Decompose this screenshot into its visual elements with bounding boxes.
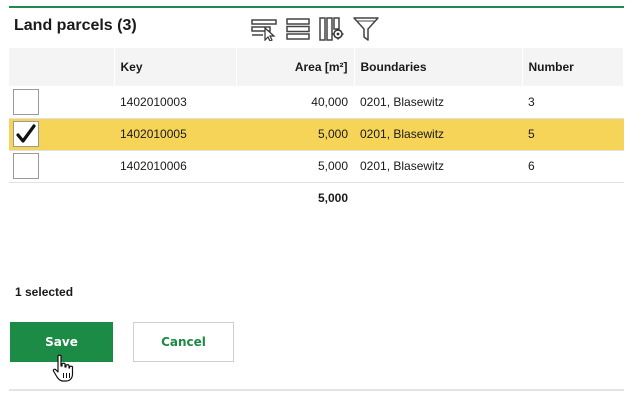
table-row[interactable]: 1402010005 5,000 0201, Blasewitz 5 bbox=[9, 118, 624, 151]
row-checkbox[interactable] bbox=[13, 121, 39, 147]
area-total: 5,000 bbox=[317, 191, 348, 205]
column-header-key[interactable]: Key bbox=[114, 48, 237, 86]
cell-number: 5 bbox=[522, 118, 624, 151]
cell-boundaries: 0201, Blasewitz bbox=[354, 118, 522, 151]
list-icon[interactable] bbox=[284, 16, 311, 43]
selection-count: 1 selected bbox=[15, 285, 74, 299]
column-header-area[interactable]: Area [m²] bbox=[236, 48, 355, 86]
cell-number: 3 bbox=[522, 86, 624, 119]
cell-key: 1402010003 bbox=[114, 86, 236, 119]
hand-cursor-icon bbox=[52, 354, 74, 382]
select-column-header bbox=[9, 48, 115, 86]
column-header-number[interactable]: Number bbox=[522, 48, 624, 86]
cell-boundaries: 0201, Blasewitz bbox=[354, 150, 522, 183]
parcels-table: Key Area [m²] Boundaries Number 14020100… bbox=[9, 48, 624, 183]
checkmark-icon bbox=[16, 124, 36, 143]
column-settings-icon[interactable] bbox=[318, 16, 345, 43]
row-checkbox[interactable] bbox=[13, 88, 39, 115]
row-checkbox[interactable] bbox=[13, 153, 39, 179]
page-title: Land parcels (3) bbox=[14, 17, 137, 34]
filter-icon[interactable] bbox=[352, 16, 379, 43]
cell-boundaries: 0201, Blasewitz bbox=[354, 86, 522, 119]
table-header-row: Key Area [m²] Boundaries Number bbox=[9, 48, 624, 86]
table-row[interactable]: 1402010006 5,000 0201, Blasewitz 6 bbox=[9, 150, 624, 183]
toolbar bbox=[250, 15, 379, 43]
cell-area: 5,000 bbox=[236, 150, 354, 183]
cell-key: 1402010006 bbox=[114, 150, 236, 183]
table-row[interactable]: 1402010003 40,000 0201, Blasewitz 3 bbox=[9, 86, 624, 119]
cell-area: 5,000 bbox=[236, 118, 354, 151]
cancel-button[interactable]: Cancel bbox=[133, 322, 234, 362]
cell-number: 6 bbox=[522, 150, 624, 183]
select-rows-icon[interactable] bbox=[250, 16, 277, 43]
cell-key: 1402010005 bbox=[114, 118, 236, 151]
top-divider bbox=[9, 6, 624, 8]
cell-area: 40,000 bbox=[236, 86, 354, 119]
column-header-boundaries[interactable]: Boundaries bbox=[354, 48, 523, 86]
bottom-divider bbox=[9, 389, 624, 391]
